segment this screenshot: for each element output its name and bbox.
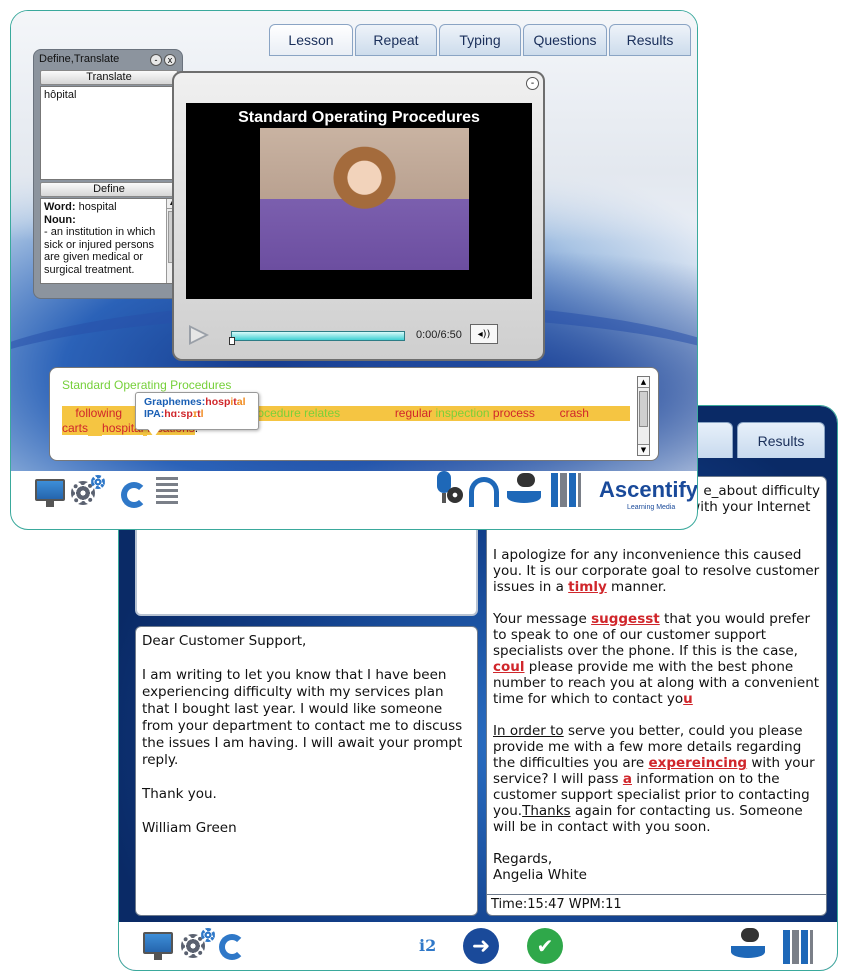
ipa-line: IPA:hɑ:spɪtl — [144, 408, 250, 420]
ipa-part: hɑ:sp — [164, 408, 193, 420]
minimize-button[interactable]: - — [526, 77, 539, 90]
reply-closing: Regards, Angelia White — [493, 851, 820, 883]
reply-text-area[interactable]: e_about difficulty you have been experie… — [486, 476, 827, 902]
grapheme-part: hosp — [205, 396, 231, 408]
tab-repeat[interactable]: Repeat — [355, 24, 437, 56]
translation-output: hôpital — [40, 86, 178, 180]
reading-icon[interactable] — [507, 473, 541, 505]
transcript-word[interactable]: process — [493, 406, 535, 420]
reply-paragraph-3: In order to serve you better, could you … — [493, 723, 820, 835]
spelling-error[interactable]: a — [623, 771, 632, 787]
video-frame-image — [260, 128, 469, 270]
typing-status-bar: Time:15:47 WPM:11 — [486, 894, 827, 916]
transcript-list-icon[interactable] — [156, 477, 178, 507]
library-icon[interactable] — [783, 930, 813, 964]
letter-salutation: Dear Customer Support, — [142, 633, 307, 649]
grammar-flag[interactable]: Thanks — [522, 803, 570, 819]
lesson-window: Lesson Repeat Typing Questions Results D… — [10, 10, 698, 530]
reply-fragment: please provide me with the best phone nu… — [493, 659, 820, 707]
reply-signature: Angelia White — [493, 867, 587, 883]
back-toolbar: i2 ➜ ✔ — [119, 922, 837, 970]
customer-letter: Dear Customer Support, I am writing to l… — [135, 626, 478, 916]
translate-button[interactable]: Translate — [40, 70, 178, 85]
define-translate-panel: Define,Translate - x Translate hôpital D… — [33, 49, 183, 299]
part-of-speech: Noun: — [44, 214, 163, 227]
reply-closing-text: Regards, — [493, 851, 553, 867]
reply-paragraph-1: I apologize for any inconvenience this c… — [493, 547, 820, 595]
transcript-word[interactable]: crash — [560, 406, 589, 420]
definition-text: - an institution in which sick or injure… — [44, 226, 156, 276]
refresh-icon[interactable] — [219, 934, 245, 960]
transcript-word[interactable]: carts — [62, 421, 89, 435]
scroll-up-icon[interactable]: ▲ — [638, 377, 649, 388]
spelling-error[interactable]: timly — [568, 579, 607, 595]
fullscreen-icon[interactable] — [35, 479, 65, 507]
scroll-thumb[interactable] — [639, 391, 648, 427]
letter-closing: Thank you. — [142, 786, 217, 802]
play-icon[interactable] — [189, 325, 209, 345]
info-icon[interactable]: i2 — [419, 936, 436, 955]
ipa-part: l — [200, 408, 204, 420]
define-button[interactable]: Define — [40, 182, 178, 197]
microphone-icon[interactable] — [431, 471, 463, 507]
ipa-label: IPA: — [144, 408, 165, 420]
fullscreen-icon[interactable] — [143, 932, 173, 960]
refresh-icon[interactable] — [121, 482, 147, 508]
transcript-word[interactable]: following — [75, 406, 122, 420]
grammar-flag[interactable]: In order to — [493, 723, 564, 739]
video-screen[interactable]: Standard Operating Procedures — [186, 103, 532, 299]
defined-word: hospital — [78, 201, 117, 213]
headphones-icon[interactable] — [469, 477, 499, 507]
transcript-word[interactable]: procedure relates — [247, 406, 340, 420]
brand-logo: Ascentify — [599, 477, 698, 502]
tab-questions[interactable]: Questions — [523, 24, 607, 56]
transcript-word[interactable]: regular — [395, 406, 432, 420]
spelling-error[interactable]: u — [683, 691, 693, 707]
progress-thumb[interactable] — [229, 337, 235, 345]
panel-title: Define,Translate — [39, 53, 120, 65]
pos-label: Noun: — [44, 213, 76, 226]
transcript-title: Standard Operating Procedures — [62, 378, 232, 392]
transcript-scrollbar[interactable]: ▲ ▼ — [637, 376, 650, 456]
reply-fragment: Your message — [493, 611, 592, 627]
lesson-tab-bar: Lesson Repeat Typing Questions Results — [269, 24, 691, 56]
tab-results[interactable]: Results — [609, 24, 691, 56]
close-button[interactable]: x — [164, 54, 176, 66]
next-arrow-icon[interactable]: ➜ — [463, 928, 499, 964]
scroll-down-icon[interactable]: ▼ — [638, 444, 649, 455]
minimize-button[interactable]: - — [150, 54, 162, 66]
reply-fragment: manner. — [606, 579, 667, 595]
reply-paragraph-2: Your message suggesst that you would pre… — [493, 611, 820, 707]
video-title: Standard Operating Procedures — [238, 109, 480, 126]
definition-output: Word: hospital Noun: - an institution in… — [40, 198, 178, 284]
brand-tagline: Learning Media — [627, 504, 676, 511]
pronunciation-tooltip: Graphemes:hospital IPA:hɑ:spɪtl — [135, 392, 259, 437]
volume-icon[interactable]: ◂)) — [470, 324, 498, 344]
spelling-error[interactable]: expereincing — [648, 755, 747, 771]
reading-icon[interactable] — [731, 928, 765, 960]
spelling-error[interactable]: suggesst — [591, 611, 660, 627]
graphemes-label: Graphemes: — [144, 396, 206, 408]
graphemes-line: Graphemes:hospital — [144, 396, 250, 408]
video-progress-bar[interactable] — [229, 331, 405, 345]
grapheme-part: al — [236, 396, 246, 408]
letter-body: I am writing to let you know that I have… — [142, 667, 463, 768]
panel-controls: - x — [150, 54, 176, 66]
settings-gear-icon[interactable] — [181, 928, 215, 958]
letter-signature: William Green — [142, 820, 237, 836]
video-time: 0:00/6:50 — [416, 329, 462, 341]
settings-gear-icon[interactable] — [71, 475, 105, 505]
library-icon[interactable] — [551, 473, 581, 507]
transcript-word[interactable]: inspection — [436, 406, 490, 420]
video-player: - Standard Operating Procedures 0:00/6:5… — [172, 71, 545, 361]
tab-typing[interactable]: Typing — [439, 24, 521, 56]
tab-lesson[interactable]: Lesson — [269, 24, 353, 56]
spelling-error[interactable]: coul — [493, 659, 525, 675]
word-label: Word: — [44, 201, 76, 213]
tab-results[interactable]: Results — [737, 422, 825, 458]
definition-word-line: Word: hospital — [44, 201, 163, 214]
check-icon[interactable]: ✔ — [527, 928, 563, 964]
tooltip-pointer — [148, 429, 160, 437]
